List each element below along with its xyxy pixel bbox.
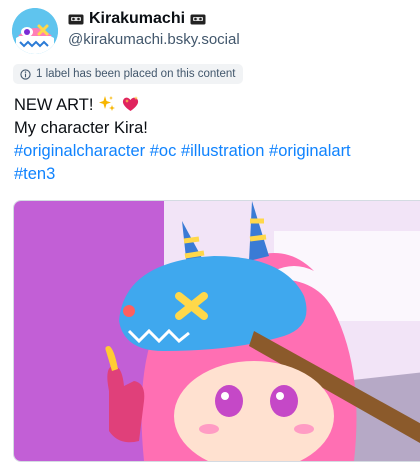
post-hashtags-line-3: #originalcharacter #oc #illustration #or… <box>14 140 414 163</box>
sparkles-icon <box>99 96 116 111</box>
avatar-image <box>12 8 58 54</box>
hashtag-link[interactable]: #originalart <box>269 142 351 160</box>
hashtag-link[interactable]: #oc <box>150 142 177 160</box>
post-hashtags-line-4: #ten3 <box>14 163 414 186</box>
post-image[interactable] <box>13 200 420 462</box>
display-name[interactable]: Kirakumachi <box>89 10 185 28</box>
post-line-1-text: NEW ART! <box>14 96 94 114</box>
illustration-image <box>14 201 420 461</box>
moderation-label-text: 1 label has been placed on this content <box>36 68 236 80</box>
hashtag-link[interactable]: #ten3 <box>14 165 55 183</box>
moderation-label-button[interactable]: 1 label has been placed on this content <box>13 64 244 84</box>
author-handle[interactable]: @kirakumachi.bsky.social <box>68 31 240 48</box>
display-name-row[interactable]: Kirakumachi <box>68 10 240 28</box>
hashtag-link[interactable]: #illustration <box>181 142 264 160</box>
sparkling-heart-icon <box>122 96 138 111</box>
videocassette-icon <box>68 14 84 24</box>
post-line-1: NEW ART! <box>14 94 414 117</box>
avatar[interactable] <box>12 8 58 54</box>
post-text: NEW ART! My character Kira! #originalcha… <box>14 94 414 186</box>
info-icon <box>20 68 31 80</box>
hashtag-link[interactable]: #originalcharacter <box>14 142 145 160</box>
videocassette-icon <box>190 14 206 24</box>
post-header: Kirakumachi @kirakumachi.bsky.social <box>12 8 240 54</box>
post-line-2: My character Kira! <box>14 119 148 137</box>
